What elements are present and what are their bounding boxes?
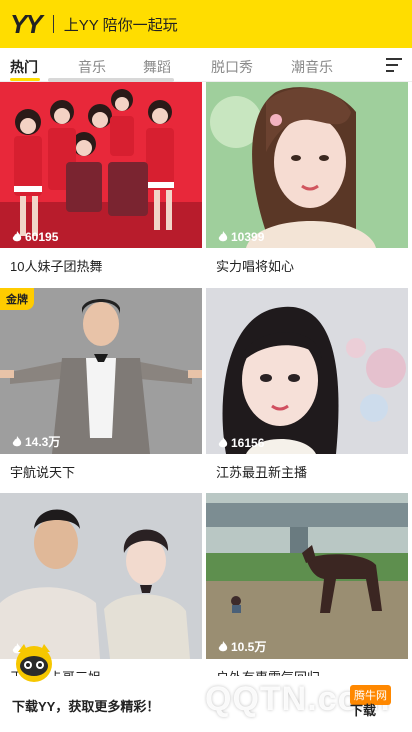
tab-hot[interactable]: 热门 bbox=[10, 57, 38, 77]
tab-music[interactable]: 音乐 bbox=[78, 57, 106, 77]
viewer-count: 10.5万 bbox=[218, 638, 266, 655]
header-slogan: 上YY 陪你一起玩 bbox=[63, 16, 178, 34]
viewer-count-value: 10399 bbox=[231, 230, 265, 244]
yy-logo[interactable]: YY bbox=[10, 9, 43, 40]
download-promo-text: 下载YY，获取更多精彩！ bbox=[12, 699, 160, 714]
viewer-count-value: 14.3万 bbox=[25, 435, 61, 449]
viewer-count: 16156 bbox=[218, 436, 264, 450]
header-divider bbox=[52, 15, 54, 33]
card-caption[interactable]: 宇航说天下 bbox=[0, 454, 202, 492]
viewer-count: 60195 bbox=[12, 230, 58, 244]
flame-icon bbox=[218, 437, 228, 448]
tab-trendy-music[interactable]: 潮音乐 bbox=[291, 57, 333, 77]
flame-icon bbox=[12, 435, 22, 446]
card-caption[interactable]: 10人妹子团热舞 bbox=[0, 248, 202, 286]
live-card[interactable]: 10.5万 户外有惠需气回归 bbox=[206, 493, 408, 697]
live-thumbnail[interactable] bbox=[0, 493, 202, 659]
category-tabs: 热门 音乐 舞蹈 脱口秀 潮音乐 bbox=[0, 48, 412, 82]
live-card[interactable]: 16156 江苏最丑新主播 bbox=[206, 288, 408, 492]
live-thumbnail[interactable]: 10.5万 bbox=[206, 493, 408, 659]
live-thumbnail[interactable]: 10399 bbox=[206, 82, 408, 248]
tab-talk-show[interactable]: 脱口秀 bbox=[211, 57, 253, 77]
flame-icon bbox=[12, 231, 22, 242]
active-tab-indicator bbox=[10, 78, 40, 81]
menu-icon[interactable] bbox=[386, 58, 402, 72]
download-button[interactable]: 下载 bbox=[350, 700, 376, 719]
live-card[interactable]: 金牌 14.3万 宇航说天下 bbox=[0, 288, 202, 492]
live-thumbnail[interactable]: 16156 bbox=[206, 288, 408, 454]
live-card[interactable]: 60195 10人妹子团热舞 bbox=[0, 82, 202, 286]
card-caption[interactable]: 江苏最丑新主播 bbox=[206, 454, 408, 492]
live-thumbnail[interactable]: 60195 bbox=[0, 82, 202, 248]
card-caption[interactable]: 实力唱将如心 bbox=[206, 248, 408, 286]
flame-icon bbox=[218, 231, 228, 242]
live-card[interactable]: 10399 实力唱将如心 bbox=[206, 82, 408, 286]
viewer-count-value: 60195 bbox=[25, 230, 59, 244]
viewer-count: 10399 bbox=[218, 230, 264, 244]
viewer-count: 14.3万 bbox=[12, 433, 60, 450]
flame-icon bbox=[218, 640, 228, 651]
raccoon-mascot-icon bbox=[16, 644, 52, 682]
gold-badge: 金牌 bbox=[0, 288, 34, 310]
tab-dance[interactable]: 舞蹈 bbox=[143, 57, 171, 77]
viewer-count-value: 16156 bbox=[231, 436, 265, 450]
live-thumbnail[interactable]: 金牌 14.3万 bbox=[0, 288, 202, 454]
viewer-count-value: 10.5万 bbox=[231, 640, 267, 654]
app-header: YY 上YY 陪你一起玩 bbox=[0, 0, 412, 48]
